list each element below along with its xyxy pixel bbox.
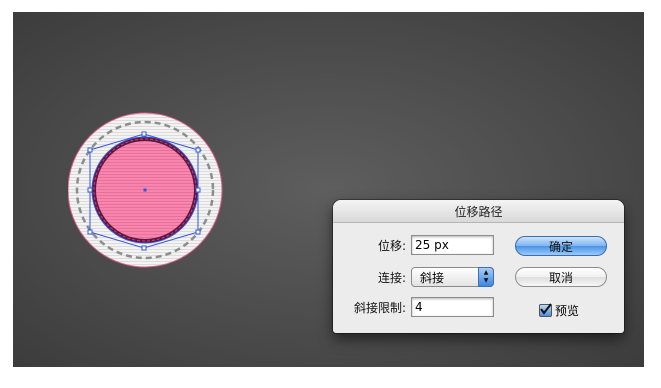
offset-path-dialog: 位移路径 位移: 25 px 连接: 斜接 ▲ ▼ 斜接限制: 4 确定 取消 预… — [333, 200, 624, 333]
preview-option[interactable]: 预览 — [539, 302, 579, 319]
joins-label: 连接: — [377, 270, 406, 285]
cancel-button[interactable]: 取消 — [515, 267, 607, 287]
select-arrows-icon[interactable]: ▲ ▼ — [478, 267, 494, 287]
preview-label: 预览 — [555, 304, 580, 318]
preview-checkbox[interactable] — [539, 303, 552, 317]
offset-input[interactable]: 25 px — [411, 235, 494, 255]
dialog-title: 位移路径 — [454, 204, 503, 219]
center-point-marker — [143, 188, 147, 192]
offset-label: 位移: — [377, 238, 406, 253]
cancel-button-label: 取消 — [548, 270, 573, 285]
miter-row: 斜接限制: 4 — [333, 297, 494, 317]
joins-selected-value: 斜接 — [420, 270, 445, 285]
ok-button-label: 确定 — [548, 239, 573, 254]
joins-row: 连接: 斜接 ▲ ▼ — [333, 267, 494, 287]
badge-artwork[interactable] — [68, 112, 228, 272]
miter-limit-input[interactable]: 4 — [411, 297, 494, 317]
dialog-titlebar[interactable]: 位移路径 — [333, 200, 624, 223]
checkmark-icon — [540, 303, 552, 315]
offset-row: 位移: 25 px — [333, 235, 494, 255]
joins-select[interactable]: 斜接 ▲ ▼ — [411, 267, 494, 287]
miter-limit-label: 斜接限制: — [353, 300, 406, 315]
ok-button[interactable]: 确定 — [515, 236, 607, 256]
